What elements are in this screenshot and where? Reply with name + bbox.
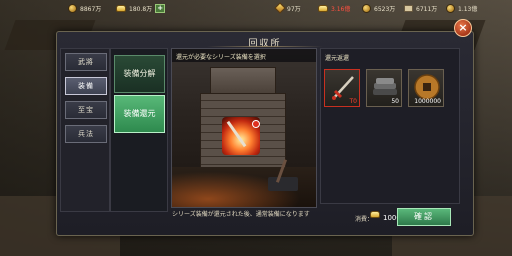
tab-equipment-restore[interactable]: 装備還元 (114, 95, 165, 133)
tab-equipment-decompose[interactable]: 装備分解 (114, 55, 165, 93)
coin-icon (68, 3, 77, 13)
coin-icon (446, 3, 455, 13)
restore-info: シリーズ装備が還元された後、通常装備になります (172, 211, 310, 218)
add-gold-button[interactable]: + (155, 3, 166, 13)
resource-copper: 6523万 (362, 3, 395, 13)
item-count: T0 (349, 98, 357, 105)
confirm-button[interactable]: 確認 (397, 208, 451, 226)
category-tabs: 武將 装備 至宝 兵法 (60, 48, 110, 212)
gold-ingot-icon (116, 4, 126, 12)
title-divider (207, 46, 323, 47)
return-item-coin[interactable]: 1000000 (408, 69, 444, 107)
resource-gold: 180.8万 + (116, 3, 166, 13)
gold-ingot-icon (370, 211, 380, 218)
resource-value: 6523万 (374, 5, 396, 13)
resource-value: 3.16億 (331, 5, 351, 13)
resource-iron: 6711万 (404, 3, 437, 13)
furnace-scene[interactable]: 還元が必要なシリーズ装備を選択 (171, 48, 317, 208)
resource-wood: 1.13億 (446, 3, 477, 13)
resource-wine: 97万 (274, 2, 301, 14)
subcategory-tabs: 装備分解 装備還元 (110, 48, 168, 212)
equipment-marker-icon (252, 120, 260, 128)
select-equipment-prompt: 還元が必要なシリーズ装備を選択 (172, 49, 316, 62)
anvil-icon (268, 177, 298, 191)
resource-value: 97万 (287, 5, 301, 13)
item-count: 50 (391, 98, 399, 105)
resource-value: 6711万 (416, 5, 438, 13)
chimney (210, 67, 276, 95)
resource-value: 1.13億 (458, 5, 478, 13)
tab-treasure[interactable]: 至宝 (65, 101, 107, 119)
close-button[interactable]: × (454, 19, 472, 37)
return-header: 還元返還 (325, 55, 350, 62)
return-item-material[interactable]: 50 (366, 69, 402, 107)
ingot-icon (318, 4, 328, 12)
resource-value: 8867万 (80, 5, 102, 13)
tab-equipment[interactable]: 装備 (65, 77, 107, 95)
tab-generals[interactable]: 武將 (65, 53, 107, 71)
resource-food: 3.16億 (318, 3, 350, 13)
gem-icon (274, 2, 286, 14)
resource-silver: 8867万 (68, 3, 101, 13)
tab-tactics[interactable]: 兵法 (65, 125, 107, 143)
resource-bar: 8867万 180.8万 + 97万 3.16億 6523万 6711万 1.1… (0, 0, 512, 16)
return-preview: 還元返還 T0 50 1000000 (320, 48, 460, 204)
coin-icon (362, 3, 371, 13)
ticket-icon (404, 4, 413, 12)
resource-value: 180.8万 (129, 5, 153, 13)
item-count: 1000000 (414, 98, 441, 105)
return-item-sword[interactable]: T0 (324, 69, 360, 107)
